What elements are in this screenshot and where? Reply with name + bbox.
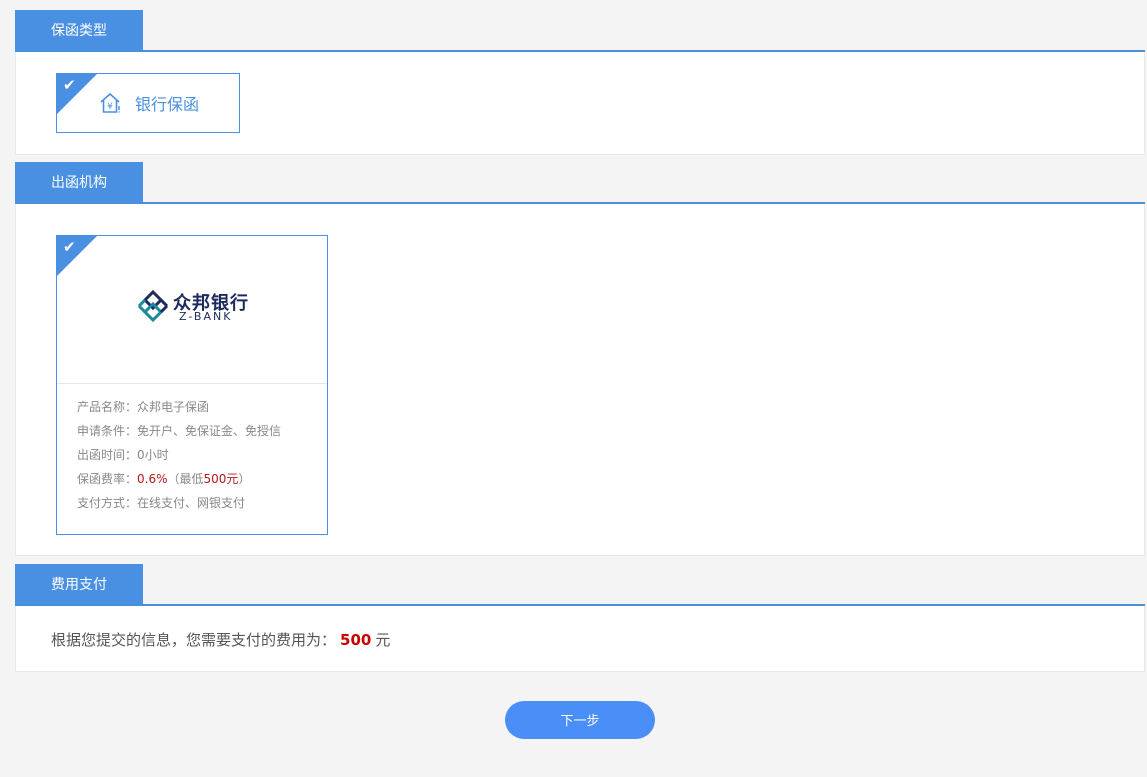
bank-house-icon: ¥ — [100, 92, 120, 113]
rate-value: 0.6% — [137, 472, 168, 486]
info-value: 众邦电子保函 — [137, 400, 210, 414]
info-label: 出函时间： — [77, 448, 138, 462]
info-value: 0小时 — [137, 448, 169, 462]
bank-guarantee-option[interactable]: ✔ ¥ 银行保函 — [56, 73, 240, 133]
fee-unit: 元 — [375, 631, 391, 649]
payment-header: 费用支付 — [15, 564, 1145, 606]
fee-amount: 500 — [340, 631, 372, 649]
fee-text: 根据您提交的信息，您需要支付的费用为： 500 元 — [51, 629, 390, 650]
rate-min-suffix: ） — [238, 472, 251, 486]
checkmark-icon: ✔ — [63, 238, 76, 256]
bank-logo-area: 众邦银行 Z-BANK — [57, 236, 327, 384]
payment-body: 根据您提交的信息，您需要支付的费用为： 500 元 — [15, 606, 1145, 672]
info-rate: 保函费率：0.6%（最低500元） — [77, 470, 281, 494]
info-label: 产品名称： — [77, 400, 138, 414]
guarantee-type-title: 保函类型 — [15, 10, 143, 50]
issuer-title: 出函机构 — [15, 162, 143, 202]
rate-min-prefix: （最低 — [167, 472, 204, 486]
guarantee-type-header: 保函类型 — [15, 10, 1145, 52]
issuer-header: 出函机构 — [15, 162, 1145, 204]
zbank-logo-icon — [137, 289, 169, 323]
info-label: 保函费率： — [77, 472, 138, 486]
info-time: 出函时间：0小时 — [77, 446, 281, 470]
issuer-body: 众邦银行 Z-BANK ✔ 产品名称：众邦电子保函 申请条件：免开户、免保证金、… — [15, 204, 1145, 556]
guarantee-type-body: ✔ ¥ 银行保函 — [15, 52, 1145, 155]
info-value: 免开户、免保证金、免授信 — [137, 424, 282, 438]
guarantee-type-section: 保函类型 ✔ ¥ 银行保函 — [15, 10, 1145, 155]
info-product: 产品名称：众邦电子保函 — [77, 398, 281, 422]
info-value: 在线支付、网银支付 — [137, 496, 246, 510]
bank-guarantee-label: 银行保函 — [135, 95, 200, 114]
info-label: 申请条件： — [77, 424, 138, 438]
zbank-card[interactable]: 众邦银行 Z-BANK ✔ 产品名称：众邦电子保函 申请条件：免开户、免保证金、… — [56, 235, 328, 535]
next-step-button[interactable]: 下一步 — [505, 701, 655, 739]
checkmark-icon: ✔ — [63, 76, 76, 94]
payment-title: 费用支付 — [15, 564, 143, 604]
info-payment: 支付方式：在线支付、网银支付 — [77, 494, 281, 518]
fee-description: 根据您提交的信息，您需要支付的费用为： — [51, 631, 337, 649]
bank-info-list: 产品名称：众邦电子保函 申请条件：免开户、免保证金、免授信 出函时间：0小时 保… — [77, 398, 281, 518]
rate-min-value: 500元 — [203, 472, 239, 486]
info-label: 支付方式： — [77, 496, 138, 510]
info-condition: 申请条件：免开户、免保证金、免授信 — [77, 422, 281, 446]
payment-section: 费用支付 根据您提交的信息，您需要支付的费用为： 500 元 — [15, 564, 1145, 672]
svg-text:¥: ¥ — [107, 102, 113, 112]
issuer-section: 出函机构 众邦银行 Z-BANK ✔ 产品名称：众邦电子保函 申请条件：免开户、… — [15, 162, 1145, 556]
bank-logo-en: Z-BANK — [179, 310, 233, 323]
